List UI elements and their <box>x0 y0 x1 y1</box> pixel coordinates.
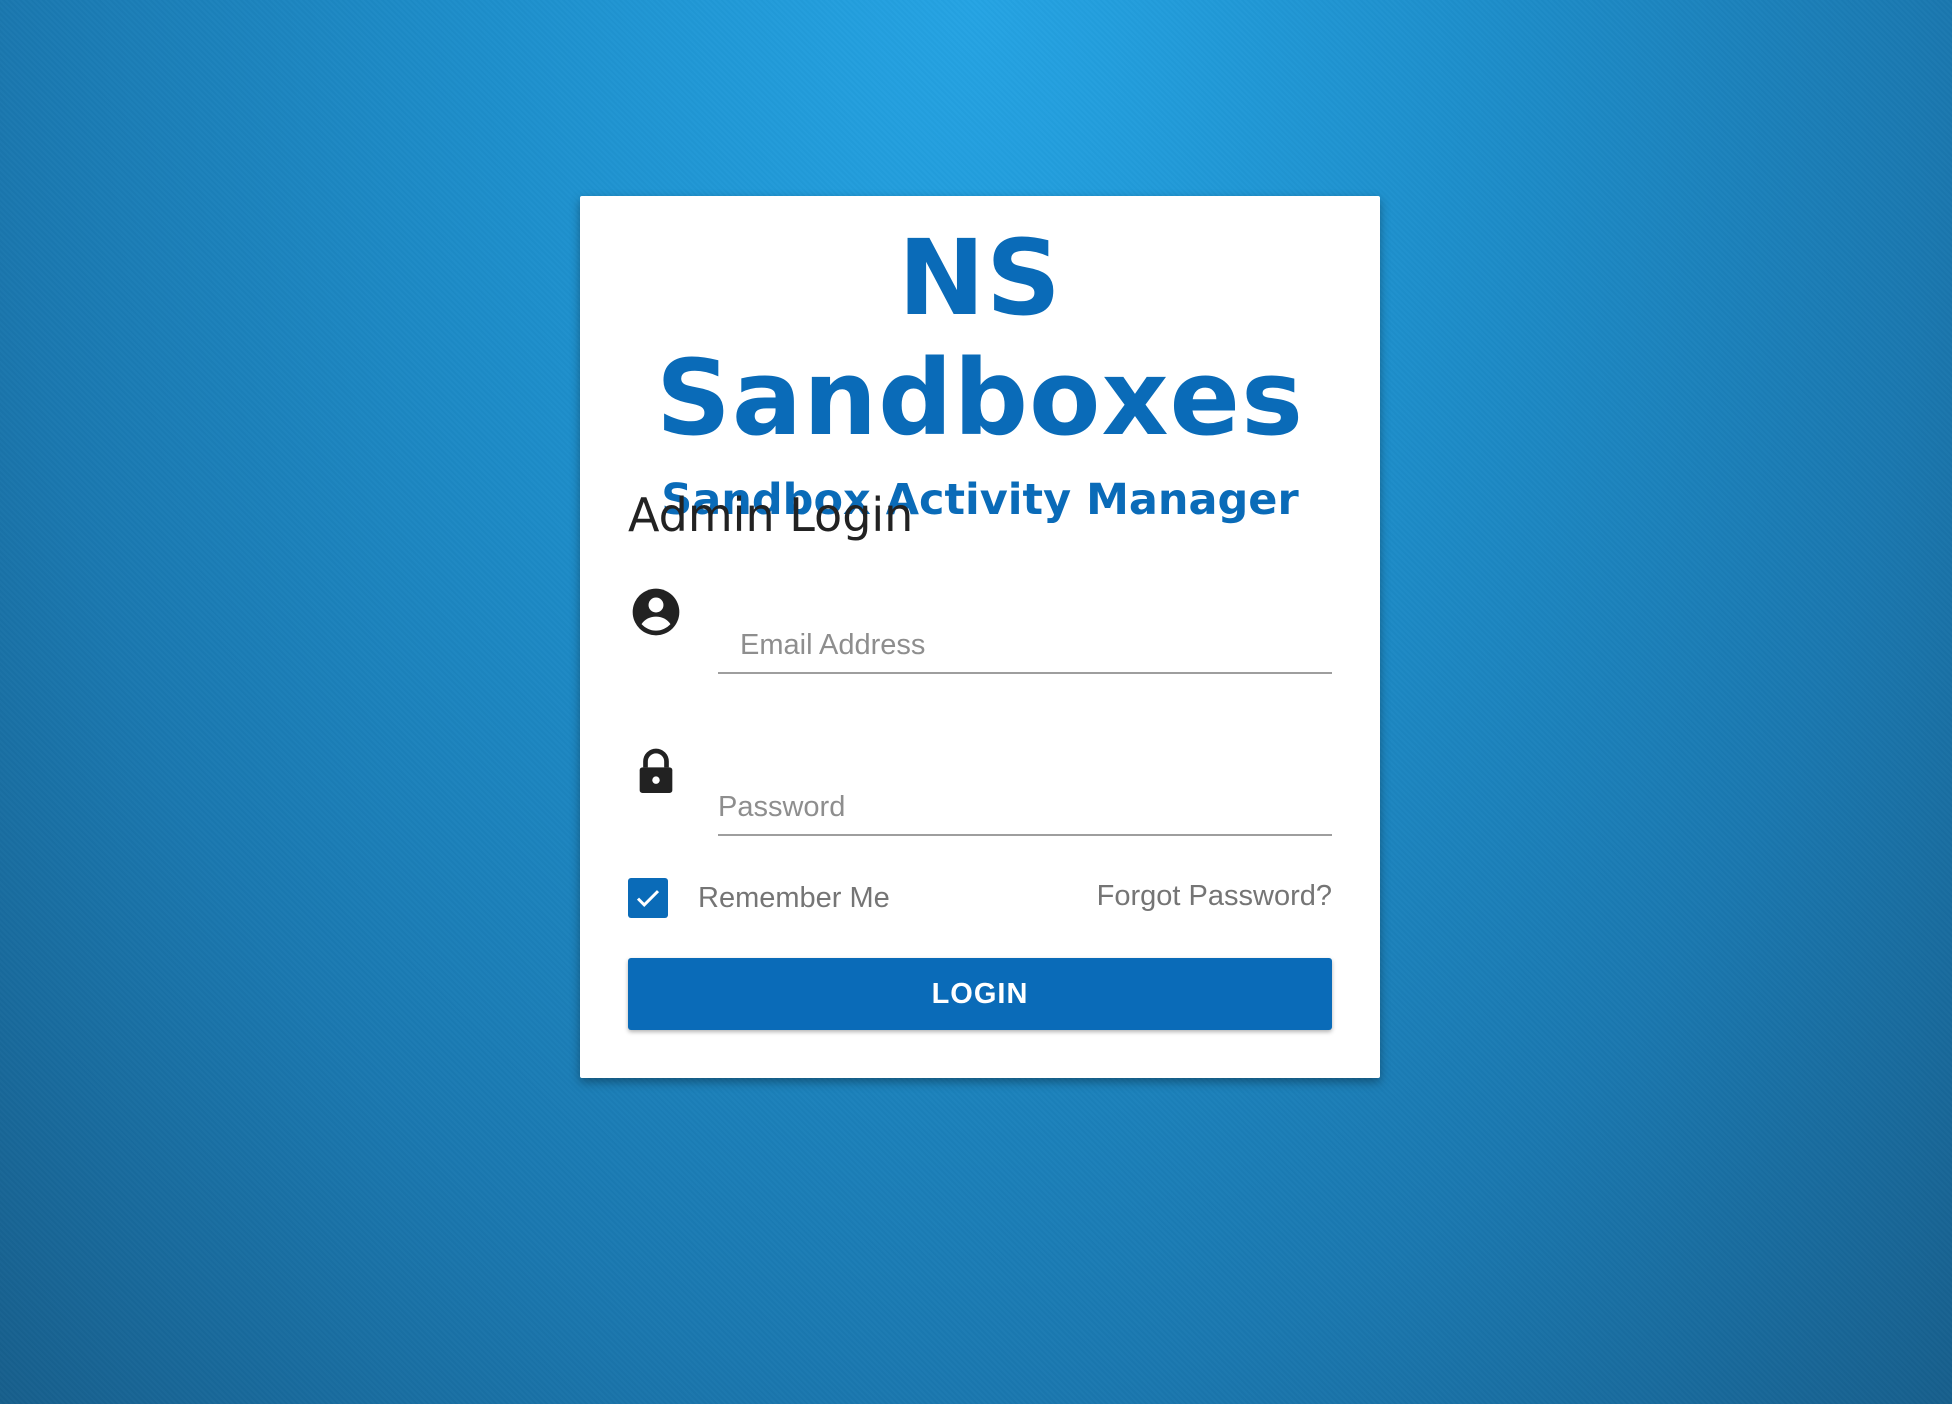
page-title: Admin Login <box>628 488 914 542</box>
email-field-container <box>718 592 1332 674</box>
login-button[interactable]: LOGIN <box>628 958 1332 1030</box>
brand-logo: NS Sandboxes Sandbox Activity Manager <box>580 218 1380 528</box>
login-card: NS Sandboxes Sandbox Activity Manager Ad… <box>580 196 1380 1078</box>
lock-icon <box>628 744 684 800</box>
account-circle-icon <box>628 584 684 640</box>
forgot-password-link[interactable]: Forgot Password? <box>1097 880 1332 913</box>
password-field-container <box>718 754 1332 836</box>
password-field[interactable] <box>718 791 1332 824</box>
email-field[interactable] <box>718 629 1332 662</box>
brand-title: NS Sandboxes <box>656 217 1304 459</box>
remember-me-checkbox[interactable] <box>628 878 668 918</box>
checkmark-icon <box>636 890 660 907</box>
remember-me-label[interactable]: Remember Me <box>698 882 890 915</box>
